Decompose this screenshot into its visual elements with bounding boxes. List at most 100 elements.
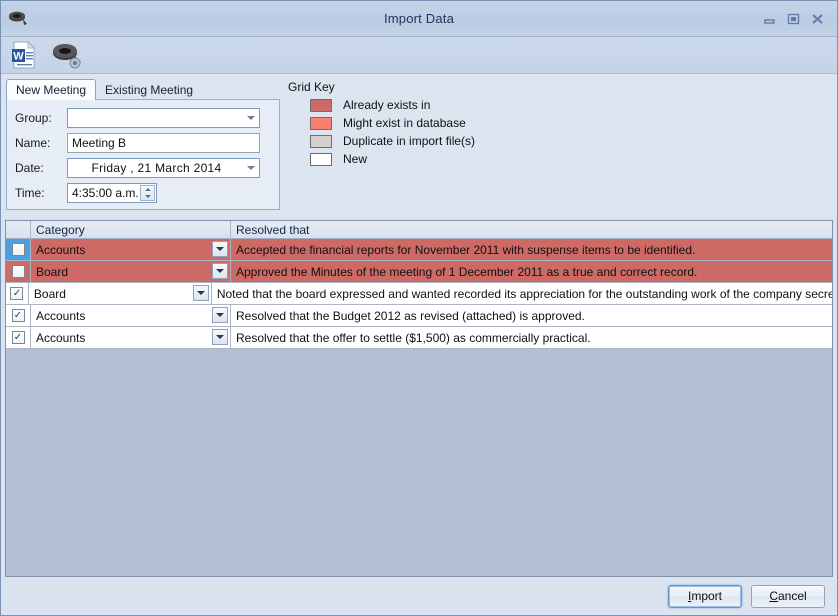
time-label: Time: bbox=[15, 185, 45, 200]
cancel-button[interactable]: Cancel bbox=[751, 584, 825, 608]
legend-label: Might exist in database bbox=[343, 116, 466, 130]
legend-swatch bbox=[310, 152, 332, 166]
column-header-category[interactable]: Category bbox=[31, 221, 231, 238]
row-resolved-cell[interactable]: Approved the Minutes of the meeting of 1… bbox=[231, 261, 832, 283]
import-button-label: mport bbox=[691, 589, 723, 603]
row-resolved-cell[interactable]: Resolved that the offer to settle ($1,50… bbox=[231, 327, 832, 349]
row-checkbox-cell[interactable]: ✓ bbox=[6, 327, 31, 349]
grid-header-row: Category Resolved that bbox=[6, 221, 832, 239]
minimize-icon[interactable] bbox=[762, 12, 777, 26]
legend-item-duplicate: Duplicate in import file(s) bbox=[310, 132, 475, 150]
chevron-down-icon[interactable] bbox=[192, 285, 209, 301]
tab-new-meeting-label: New Meeting bbox=[16, 83, 87, 97]
legend-label: New bbox=[343, 152, 368, 166]
row-checkbox[interactable] bbox=[11, 265, 25, 278]
name-value: Meeting B bbox=[72, 135, 127, 150]
row-resolved-cell[interactable]: Noted that the board expressed and wante… bbox=[211, 283, 832, 305]
title-bar: Import Data bbox=[1, 1, 837, 37]
legend-label: Already exists in bbox=[343, 98, 431, 112]
window-title: Import Data bbox=[383, 11, 455, 26]
row-category-value: Accounts bbox=[36, 308, 86, 323]
word-document-icon[interactable]: W bbox=[9, 40, 41, 70]
row-category-value: Board bbox=[36, 264, 69, 279]
row-checkbox[interactable]: ✓ bbox=[11, 331, 25, 344]
form-row-name: Name: Meeting B bbox=[15, 132, 271, 153]
chevron-down-icon[interactable] bbox=[212, 241, 228, 257]
import-button[interactable]: Import bbox=[668, 584, 742, 608]
row-resolved-cell[interactable]: Resolved that the Budget 2012 as revised… bbox=[231, 305, 832, 327]
cancel-button-label: ancel bbox=[777, 589, 807, 603]
row-category-cell[interactable]: Accounts bbox=[31, 239, 231, 261]
svg-text:W: W bbox=[13, 51, 24, 63]
column-header-resolved-that[interactable]: Resolved that bbox=[231, 221, 832, 238]
date-label: Date: bbox=[15, 160, 44, 175]
table-row[interactable]: ✓ Accounts Resolved that the Budget 2012… bbox=[6, 305, 832, 327]
time-stepper[interactable]: 4:35:00 a.m. bbox=[67, 182, 157, 203]
form-row-time: Time: 4:35:00 a.m. bbox=[15, 182, 271, 203]
legend-swatch bbox=[310, 98, 332, 112]
row-category-cell[interactable]: Accounts bbox=[31, 327, 231, 349]
toolbar: W bbox=[1, 37, 837, 74]
group-label: Group: bbox=[15, 110, 52, 125]
legend-item-already-exists: Already exists in bbox=[310, 96, 475, 114]
row-checkbox[interactable] bbox=[11, 243, 25, 256]
tab-existing-meeting[interactable]: Existing Meeting bbox=[95, 79, 203, 100]
name-input[interactable]: Meeting B bbox=[67, 132, 260, 153]
date-value: Friday , 21 March 2014 bbox=[91, 160, 222, 175]
import-grid: Category Resolved that Accounts Accepted… bbox=[5, 220, 833, 577]
row-resolved-cell[interactable]: Accepted the financial reports for Novem… bbox=[231, 239, 832, 261]
table-row[interactable]: ✓ Accounts Resolved that the offer to se… bbox=[6, 327, 832, 349]
form-row-group: Group: bbox=[15, 107, 271, 128]
new-meeting-form: Group: Name: Meeting B Date: Friday , 21… bbox=[6, 99, 280, 210]
grid-key-title: Grid Key bbox=[288, 80, 335, 94]
row-category-cell[interactable]: Board bbox=[31, 261, 231, 283]
legend-swatch bbox=[310, 116, 332, 130]
group-combobox[interactable] bbox=[67, 107, 260, 128]
table-row[interactable]: Accounts Accepted the financial reports … bbox=[6, 239, 832, 261]
meeting-tabs-panel: New Meeting Existing Meeting Group: Name… bbox=[6, 79, 280, 218]
chevron-down-icon bbox=[247, 165, 255, 170]
scanner-settings-icon[interactable] bbox=[51, 40, 83, 70]
row-checkbox-cell[interactable]: ✓ bbox=[6, 305, 31, 327]
legend-item-new: New bbox=[310, 150, 475, 168]
name-label: Name: bbox=[15, 135, 51, 150]
window-controls bbox=[762, 12, 837, 26]
column-header-select[interactable] bbox=[6, 221, 31, 238]
row-checkbox[interactable]: ✓ bbox=[10, 287, 24, 300]
date-picker[interactable]: Friday , 21 March 2014 bbox=[67, 157, 260, 178]
table-row[interactable]: Board Approved the Minutes of the meetin… bbox=[6, 261, 832, 283]
row-checkbox-cell[interactable] bbox=[6, 239, 31, 261]
import-data-window: Import Data W New Meeting Existing Meeti… bbox=[0, 0, 838, 616]
chevron-down-icon[interactable] bbox=[212, 307, 228, 323]
row-category-value: Accounts bbox=[36, 242, 86, 257]
tab-strip: New Meeting Existing Meeting bbox=[6, 79, 280, 100]
chevron-down-icon[interactable] bbox=[212, 329, 228, 345]
legend-item-might-exist: Might exist in database bbox=[310, 114, 475, 132]
time-value: 4:35:00 a.m. bbox=[72, 185, 139, 200]
grid-key-legend: Grid Key Already exists in Might exist i… bbox=[288, 80, 475, 218]
row-checkbox-cell[interactable] bbox=[6, 261, 31, 283]
restore-icon[interactable] bbox=[786, 12, 801, 26]
chevron-down-icon bbox=[247, 115, 255, 120]
row-category-cell[interactable]: Accounts bbox=[31, 305, 231, 327]
row-category-value: Board bbox=[33, 286, 66, 301]
legend-swatch bbox=[310, 134, 332, 148]
form-row-date: Date: Friday , 21 March 2014 bbox=[15, 157, 271, 178]
row-category-value: Accounts bbox=[36, 330, 86, 345]
time-spinner[interactable] bbox=[140, 184, 155, 201]
spinner-down-icon[interactable] bbox=[144, 194, 151, 198]
legend-label: Duplicate in import file(s) bbox=[343, 134, 476, 148]
upper-panel: New Meeting Existing Meeting Group: Name… bbox=[1, 74, 837, 218]
table-row[interactable]: ✓ Board Noted that the board expressed a… bbox=[6, 283, 832, 305]
close-icon[interactable] bbox=[810, 12, 825, 26]
chevron-down-icon[interactable] bbox=[212, 263, 228, 279]
scanner-icon bbox=[1, 11, 35, 27]
row-checkbox[interactable]: ✓ bbox=[11, 309, 25, 322]
tab-new-meeting[interactable]: New Meeting bbox=[6, 79, 97, 100]
footer-bar: Import Cancel bbox=[1, 577, 837, 615]
cancel-button-mnemonic: C bbox=[769, 589, 778, 603]
row-category-cell[interactable]: Board bbox=[28, 283, 212, 305]
row-checkbox-cell[interactable]: ✓ bbox=[6, 283, 29, 305]
spinner-up-icon[interactable] bbox=[144, 187, 151, 191]
tab-existing-meeting-label: Existing Meeting bbox=[105, 83, 194, 97]
